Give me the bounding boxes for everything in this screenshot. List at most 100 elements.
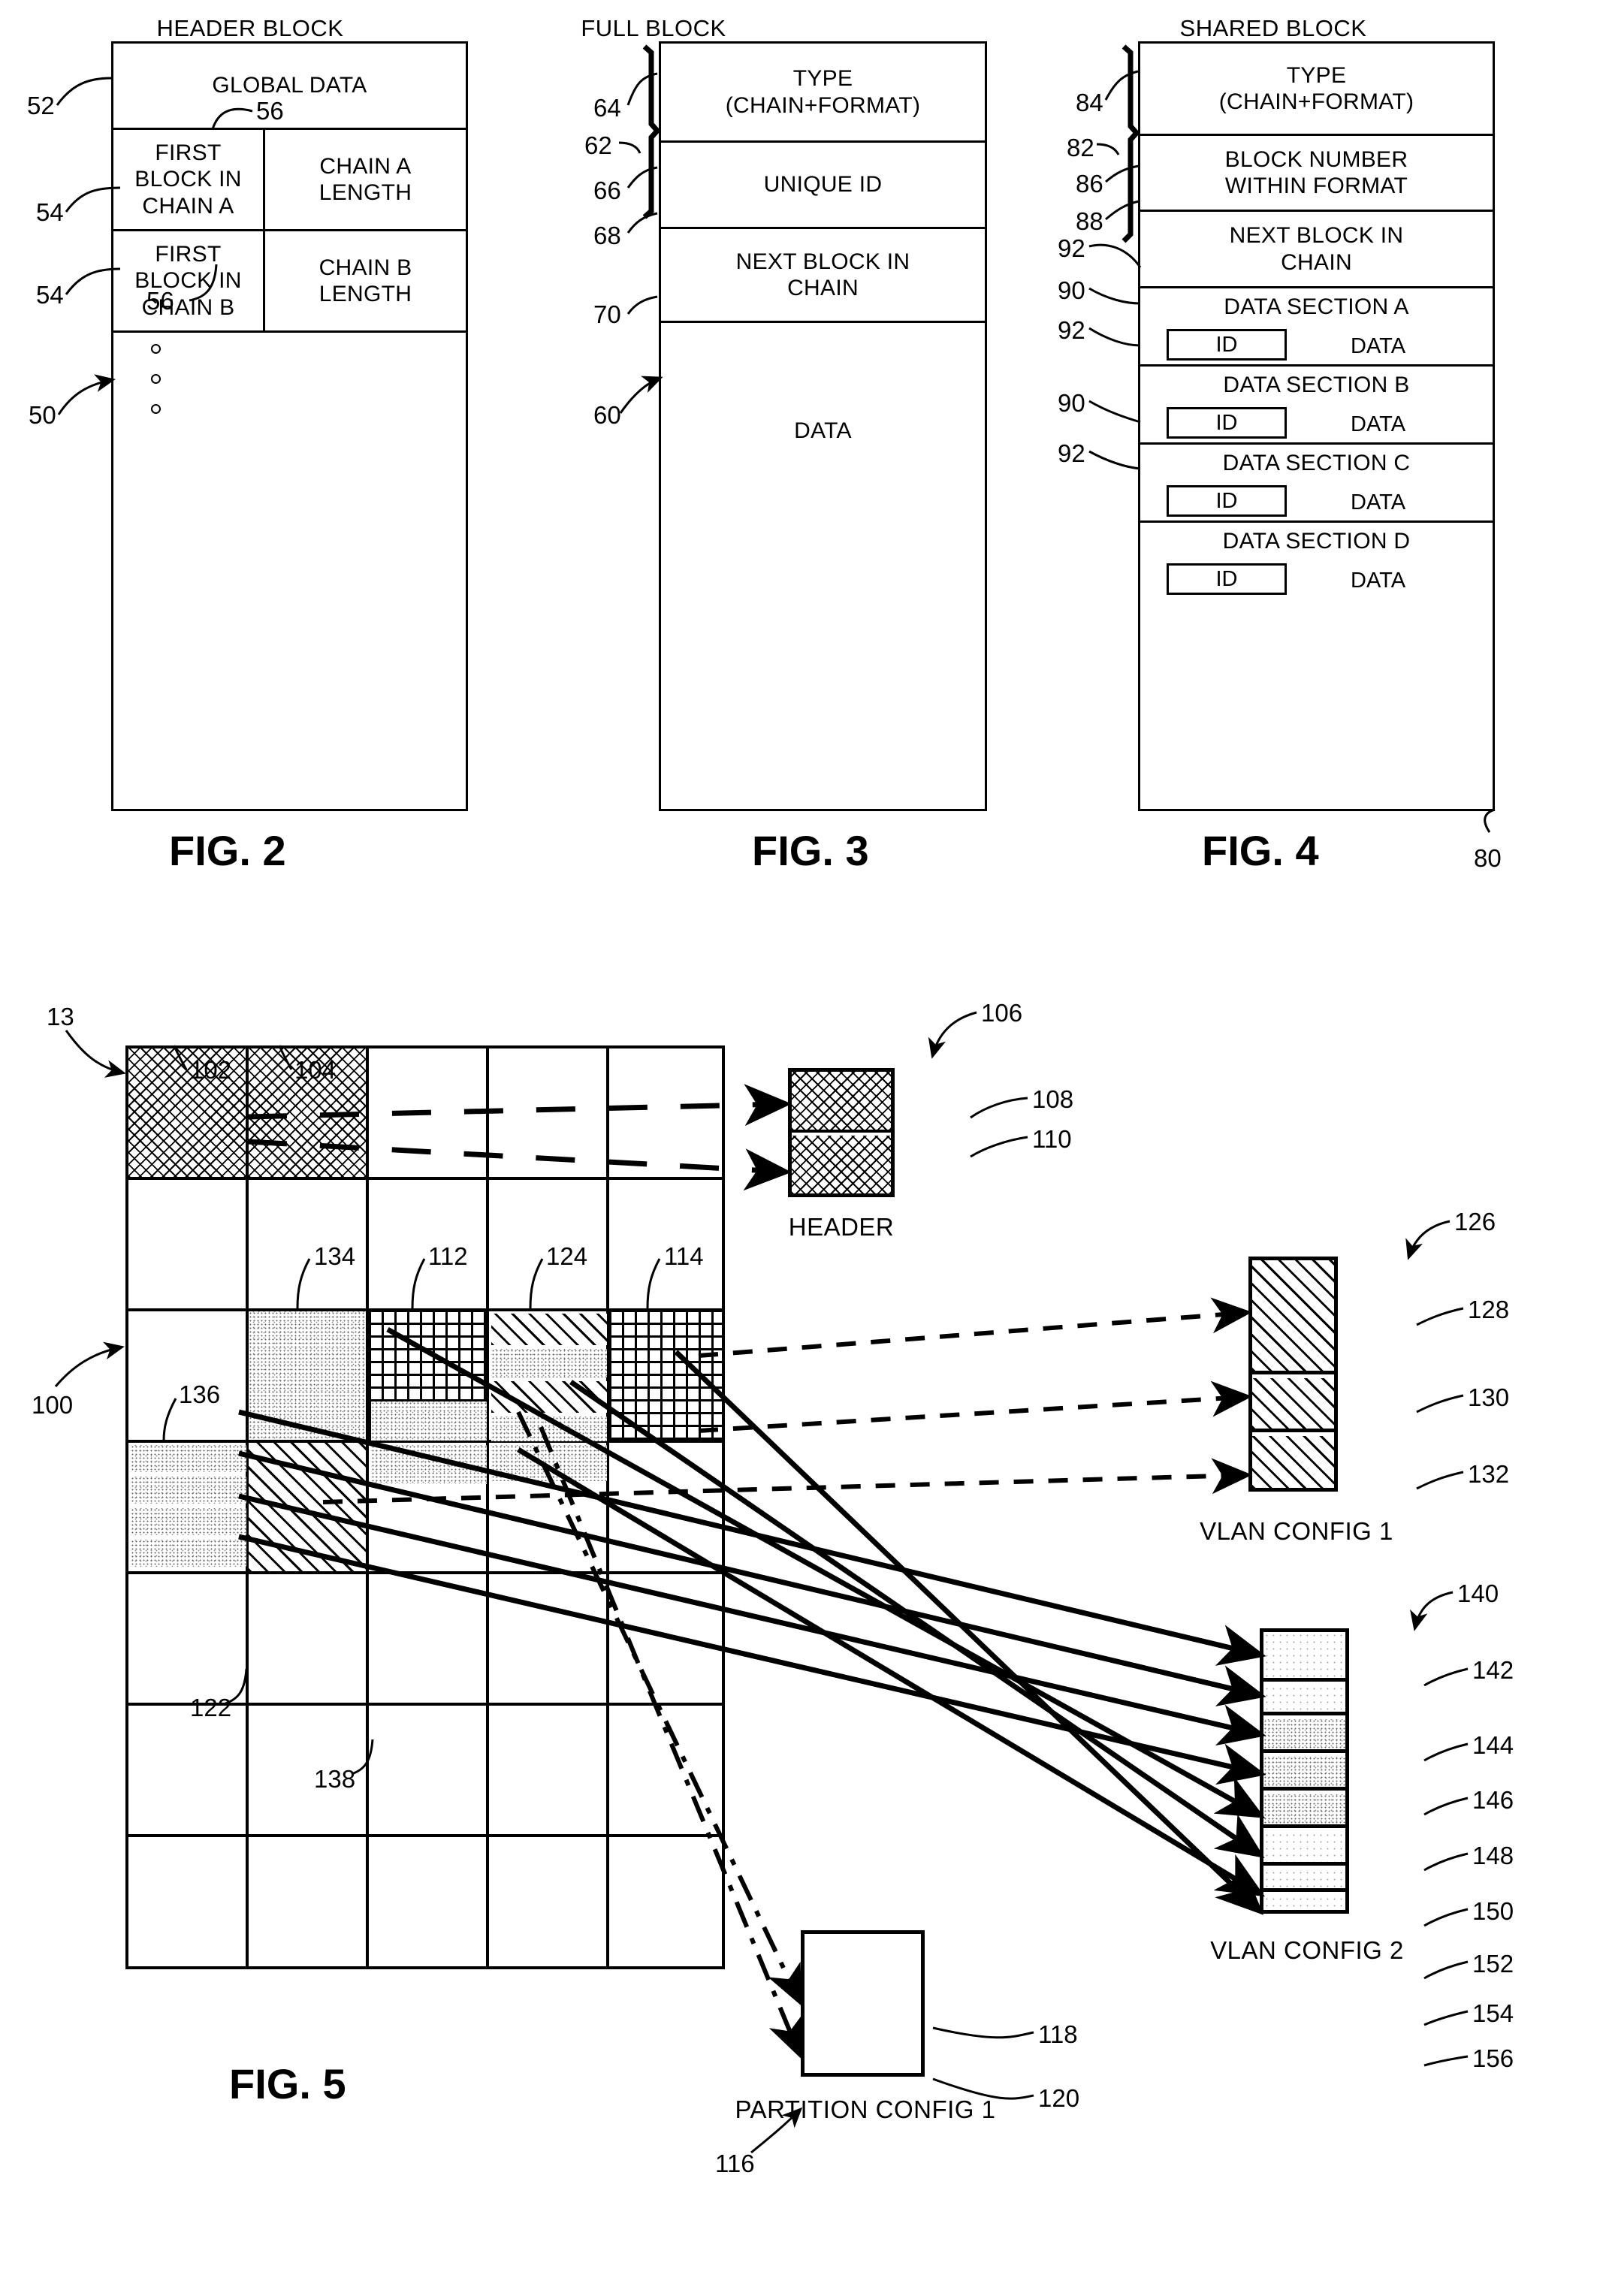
fig4-leader-90b — [1088, 400, 1141, 424]
fig5-ref-104: 104 — [294, 1056, 337, 1084]
fig5-subseg-136-a — [131, 1445, 246, 1472]
fig3-leader-60 — [619, 376, 663, 414]
fig5-leader-132 — [1416, 1471, 1464, 1490]
fig2-caption: FIG. 2 — [169, 827, 286, 874]
fig5-ref-156: 156 — [1472, 2044, 1514, 2072]
fig3-type-line1: TYPE — [792, 66, 853, 92]
fig2-chain-b-length-cell: CHAIN B LENGTH — [265, 231, 466, 333]
fig5-ref-154: 154 — [1472, 1999, 1514, 2027]
fig5-partition-config-1-caption: PARTITION CONFIG 1 — [735, 2095, 996, 2123]
fig2-first-block-chain-a-cell: FIRST BLOCK IN CHAIN A — [113, 130, 265, 231]
fig4-leader-92a — [1088, 243, 1142, 268]
fig4-block-title: SHARED BLOCK — [1179, 15, 1367, 41]
fig3-brace — [642, 44, 661, 219]
fig4-type-line1: TYPE — [1286, 62, 1347, 88]
fig5-header-block — [788, 1068, 895, 1197]
fig4-data-section-b-id-label: ID — [1215, 410, 1238, 435]
fig4-ref-90-b: 90 — [1058, 389, 1085, 417]
fig5-ref-112: 112 — [428, 1242, 468, 1270]
fig4-data-section-c-label: DATA SECTION C — [1222, 451, 1411, 475]
fig5-leader-156 — [1423, 2055, 1469, 2067]
fig5-ref-116: 116 — [715, 2150, 755, 2177]
fig5-vlan2-segment-152 — [1263, 1832, 1345, 1866]
fig5-leader-128 — [1416, 1307, 1464, 1326]
fig2-ref-50: 50 — [29, 401, 56, 429]
fig5-vlan-config-2-block — [1260, 1628, 1349, 1914]
fig4-leader-92b — [1088, 327, 1141, 347]
fig5-ref-140: 140 — [1457, 1579, 1499, 1607]
fig2-block-title: HEADER BLOCK — [156, 15, 344, 41]
fig3-ref-60: 60 — [593, 401, 621, 429]
fig4-data-section-d-id-label: ID — [1215, 566, 1238, 591]
fig5-ref-146: 146 — [1472, 1786, 1514, 1814]
fig5-grid-cell-r7c3 — [369, 1837, 489, 1966]
fig5-ref-134: 134 — [314, 1242, 356, 1270]
fig5-ref-110: 110 — [1032, 1125, 1072, 1153]
fig5-vlan2-segment-150 — [1263, 1794, 1345, 1828]
fig4-data-section-b-label: DATA SECTION B — [1223, 373, 1410, 397]
fig5-ref-132: 132 — [1468, 1460, 1510, 1488]
fig5-grid-cell-r6c3 — [369, 1706, 489, 1837]
fig2-ref-52: 52 — [27, 92, 55, 119]
fig3-ref-62: 62 — [584, 131, 612, 159]
fig5-vlan2-segment-144 — [1263, 1685, 1345, 1715]
fig4-data-section-b-data-label: DATA — [1351, 412, 1406, 436]
fig5-subseg-124-d — [491, 1417, 607, 1441]
fig2-leader-52 — [56, 77, 112, 106]
fig2-ellipsis-dot-3 — [151, 404, 161, 414]
fig3-unique-id-cell: UNIQUE ID — [661, 143, 985, 229]
fig5-caption: FIG. 5 — [229, 2060, 346, 2107]
fig3-next-block-line1: NEXT BLOCK IN — [735, 249, 910, 274]
fig5-configuration-grid — [125, 1045, 725, 1969]
fig4-data-section-a-id-box: ID — [1167, 329, 1287, 361]
fig5-grid-cell-r3c5 — [609, 1311, 722, 1443]
fig4-data-section-a-id-label: ID — [1215, 332, 1238, 357]
fig5-grid-cell-r3c1 — [128, 1311, 249, 1443]
fig5-ref-122: 122 — [190, 1694, 232, 1721]
fig5-vlan2-segment-148 — [1263, 1757, 1345, 1791]
fig5-ref-138: 138 — [314, 1765, 356, 1793]
fig4-ref-92-c: 92 — [1058, 439, 1085, 467]
fig5-ref-102: 102 — [190, 1056, 232, 1084]
fig3-leader-64 — [626, 72, 658, 106]
fig3-ref-64: 64 — [593, 94, 621, 122]
fig2-leader-50 — [57, 374, 116, 415]
fig4-next-block-line1: NEXT BLOCK IN — [1229, 223, 1404, 249]
fig5-grid-cell-r5c3 — [369, 1574, 489, 1706]
fig5-leader-108 — [970, 1097, 1028, 1119]
fig5-vlan1-connector-130 — [698, 1380, 1252, 1433]
fig4-shared-block-frame: TYPE (CHAIN+FORMAT) BLOCK NUMBER WITHIN … — [1138, 41, 1495, 811]
fig2-first-block-chain-a-label: FIRST BLOCK IN CHAIN A — [134, 140, 242, 219]
fig5-grid-cell-r5c4 — [489, 1574, 609, 1706]
fig2-ref-54-a: 54 — [36, 198, 64, 226]
fig3-ref-66: 66 — [593, 176, 621, 204]
fig5-subseg-124-b — [491, 1349, 607, 1377]
fig5-grid-cell-r5c2 — [249, 1574, 369, 1706]
fig3-full-block-frame: TYPE (CHAIN+FORMAT) UNIQUE ID NEXT BLOCK… — [659, 41, 987, 811]
fig4-ref-86: 86 — [1076, 170, 1103, 198]
fig5-subseg-136-d — [131, 1540, 246, 1567]
fig5-leader-148 — [1423, 1852, 1469, 1872]
fig4-data-section-b-id-box: ID — [1167, 407, 1287, 439]
fig5-leader-118 — [932, 2026, 1034, 2039]
fig4-type-line2: (CHAIN+FORMAT) — [1218, 89, 1414, 114]
fig3-next-block-line2: CHAIN — [787, 276, 859, 300]
fig5-subseg-124-a — [491, 1314, 607, 1345]
fig5-header-segment-110 — [792, 1136, 891, 1193]
fig5-vlan2-segment-154 — [1263, 1869, 1345, 1892]
fig2-chain-b-length-label: CHAIN B LENGTH — [318, 255, 412, 306]
fig4-block-number-line1: BLOCK NUMBER — [1224, 146, 1408, 172]
fig3-data-cell: DATA — [661, 323, 985, 809]
fig5-leader-130 — [1416, 1394, 1464, 1414]
fig5-vlan1-segment-128 — [1252, 1260, 1334, 1374]
fig2-ref-56-b: 56 — [146, 287, 174, 315]
fig2-ellipsis-dot-2 — [151, 374, 161, 384]
fig5-vlan1-segment-132 — [1252, 1436, 1334, 1488]
fig5-leader-140 — [1410, 1591, 1454, 1631]
fig5-ref-108: 108 — [1032, 1085, 1074, 1113]
fig2-chain-a-length-cell: CHAIN A LENGTH — [265, 130, 466, 231]
fig5-subseg-r4c4-band — [491, 1445, 607, 1481]
fig5-ref-124: 124 — [546, 1242, 588, 1270]
fig5-leader-110 — [970, 1136, 1028, 1158]
fig3-leader-66 — [626, 166, 658, 189]
